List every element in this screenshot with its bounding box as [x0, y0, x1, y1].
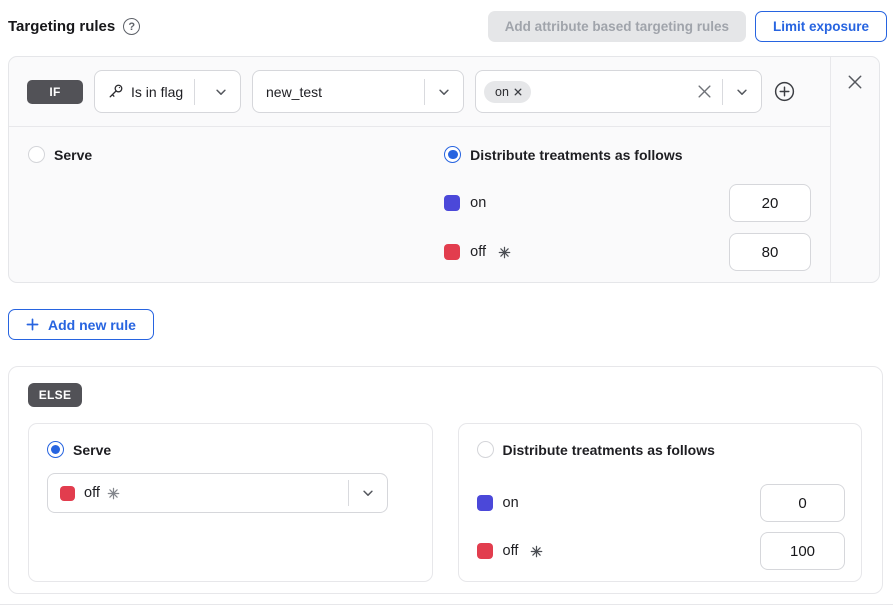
close-icon[interactable] [847, 74, 863, 90]
rule-condition-row: IF Is in flag new_test [9, 57, 830, 127]
treatment-name: off [84, 485, 100, 501]
treatment-row-off: off [477, 532, 846, 570]
plus-icon [26, 318, 39, 331]
treatment-color-swatch [477, 495, 493, 511]
header: Targeting rules ? Add attribute based ta… [0, 0, 893, 56]
treatment-color-swatch [444, 195, 460, 211]
treatment-row-on: on [477, 484, 846, 522]
treatment-row-off: off [444, 233, 811, 271]
default-treatment-icon [530, 545, 543, 558]
default-serve-panel: Serve off [28, 423, 433, 582]
default-distribute-panel: Distribute treatments as follows on off [458, 423, 863, 582]
default-distribute-option[interactable]: Distribute treatments as follows [477, 441, 846, 458]
serve-option[interactable]: Serve [28, 146, 444, 163]
default-treatment-icon [107, 487, 120, 500]
treatment-name: on [470, 195, 486, 211]
default-distribute-radio[interactable] [477, 441, 494, 458]
distribute-option[interactable]: Distribute treatments as follows [444, 146, 811, 163]
treatment-name: on [503, 495, 519, 511]
treatment-row-on: on [444, 184, 811, 222]
default-distribute-label: Distribute treatments as follows [503, 442, 715, 458]
distribute-radio[interactable] [444, 146, 461, 163]
page-title: Targeting rules [8, 18, 115, 35]
treatment-color-swatch [444, 244, 460, 260]
distribute-label: Distribute treatments as follows [470, 147, 682, 163]
default-rule-card: ELSE Serve off Di [8, 366, 883, 594]
chevron-down-icon [202, 85, 240, 99]
remove-tag-icon[interactable] [514, 88, 522, 96]
add-new-rule-button[interactable]: Add new rule [8, 309, 154, 340]
treatment-name: off [470, 244, 486, 260]
help-icon[interactable]: ? [123, 18, 140, 35]
flag-select-value: new_test [266, 84, 322, 100]
matcher-select[interactable]: Is in flag [94, 70, 241, 113]
add-new-rule-label: Add new rule [48, 317, 136, 333]
limit-exposure-button[interactable]: Limit exposure [755, 11, 887, 42]
treatment-percentage-input[interactable] [729, 184, 811, 222]
treatment-color-swatch [60, 486, 75, 501]
serve-radio[interactable] [28, 146, 45, 163]
serve-label: Serve [54, 147, 92, 163]
section-divider [0, 604, 893, 605]
treatment-percentage-input[interactable] [729, 233, 811, 271]
value-tag: on [484, 81, 531, 103]
chevron-down-icon [425, 85, 463, 99]
flag-select[interactable]: new_test [252, 70, 464, 113]
treatment-color-swatch [477, 543, 493, 559]
default-treatment-select[interactable]: off [47, 473, 388, 513]
matcher-select-value: Is in flag [131, 84, 183, 100]
default-serve-label: Serve [73, 442, 111, 458]
default-serve-option[interactable]: Serve [47, 441, 416, 458]
treatment-name: off [503, 543, 519, 559]
else-badge: ELSE [28, 383, 82, 407]
treatment-values-input[interactable]: on [475, 70, 762, 113]
if-badge: IF [27, 80, 83, 104]
key-icon [107, 83, 124, 100]
chevron-down-icon[interactable] [723, 85, 761, 99]
chevron-down-icon [349, 486, 387, 500]
rule-close-column [830, 57, 879, 282]
add-condition-icon[interactable] [773, 80, 796, 103]
treatment-percentage-input[interactable] [760, 532, 845, 570]
default-serve-radio[interactable] [47, 441, 64, 458]
clear-input-icon[interactable] [689, 84, 722, 99]
targeting-rule-card: IF Is in flag new_test [8, 56, 880, 283]
add-attribute-rules-button[interactable]: Add attribute based targeting rules [488, 11, 746, 42]
value-tag-label: on [495, 85, 509, 99]
default-treatment-icon [498, 246, 511, 259]
treatment-percentage-input[interactable] [760, 484, 845, 522]
